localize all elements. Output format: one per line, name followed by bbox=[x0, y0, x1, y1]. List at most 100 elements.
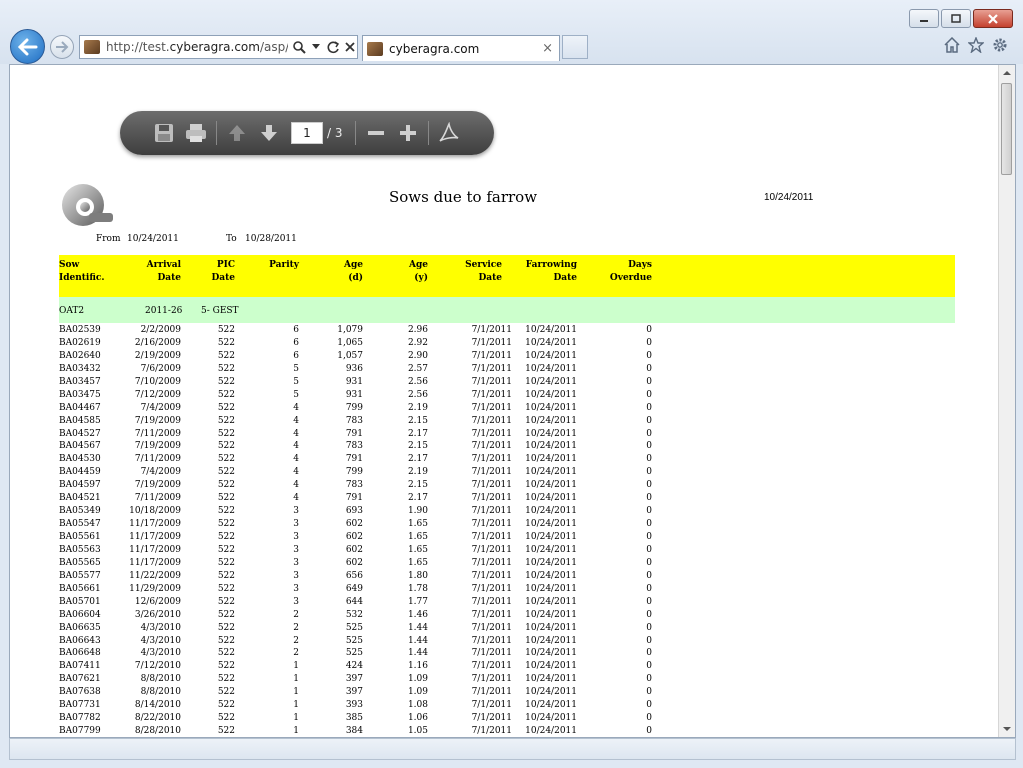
cell-parity: 3 bbox=[293, 506, 299, 517]
cell-farrowing-date: 10/24/2011 bbox=[525, 402, 577, 413]
cell-farrowing-date: 10/24/2011 bbox=[525, 467, 577, 478]
cell-age-days: 1,057 bbox=[337, 350, 363, 361]
cell-age-years: 1.08 bbox=[407, 700, 428, 711]
window-controls bbox=[907, 9, 1013, 28]
cell-arrival-date: 11/22/2009 bbox=[129, 570, 181, 581]
cell-service-date: 7/1/2011 bbox=[471, 674, 512, 685]
new-tab-button[interactable] bbox=[562, 35, 588, 59]
url-text[interactable]: http://test.cyberagra.com/asp/sys/ bbox=[106, 40, 288, 54]
cell-arrival-date: 4/3/2010 bbox=[140, 648, 181, 659]
cell-days-overdue: 0 bbox=[646, 350, 652, 361]
cell-parity: 1 bbox=[293, 687, 299, 698]
close-window-button[interactable] bbox=[973, 9, 1013, 28]
cell-arrival-date: 8/28/2010 bbox=[134, 726, 181, 737]
forward-button[interactable] bbox=[50, 35, 74, 59]
cell-parity: 3 bbox=[293, 532, 299, 542]
cell-service-date: 7/1/2011 bbox=[471, 622, 512, 633]
cell-days-overdue: 0 bbox=[646, 609, 652, 620]
stop-icon[interactable] bbox=[343, 39, 357, 55]
cell-sow-id: BA04597 bbox=[59, 480, 101, 491]
refresh-icon[interactable] bbox=[326, 39, 340, 55]
tab-title: cyberagra.com bbox=[389, 41, 480, 56]
cell-age-days: 525 bbox=[345, 648, 363, 659]
cell-sow-id: BA07782 bbox=[59, 713, 101, 724]
next-page-button[interactable] bbox=[253, 117, 285, 149]
page-down-icon bbox=[261, 125, 277, 141]
cell-farrowing-date: 10/24/2011 bbox=[525, 493, 577, 504]
column-header-overdue: Days Overdue bbox=[609, 260, 652, 283]
cell-arrival-date: 7/11/2009 bbox=[134, 428, 181, 439]
cell-parity: 4 bbox=[293, 467, 299, 478]
dropdown-icon[interactable] bbox=[309, 39, 323, 55]
address-bar[interactable]: http://test.cyberagra.com/asp/sys/ bbox=[79, 35, 358, 59]
scrollbar-thumb[interactable] bbox=[1001, 83, 1012, 175]
cell-arrival-date: 7/10/2009 bbox=[134, 376, 181, 387]
cell-age-days: 384 bbox=[345, 726, 363, 737]
back-button[interactable] bbox=[10, 29, 45, 64]
pdf-viewport[interactable]: 1 / 3 Sows due to farrow 10/24/2011 From… bbox=[9, 64, 1016, 738]
tab-favicon-icon bbox=[367, 41, 383, 56]
save-button[interactable] bbox=[148, 117, 180, 149]
cell-days-overdue: 0 bbox=[646, 583, 652, 594]
cell-service-date: 7/1/2011 bbox=[471, 570, 512, 581]
cell-days-overdue: 0 bbox=[646, 519, 652, 530]
cell-service-date: 7/1/2011 bbox=[471, 687, 512, 698]
cell-parity: 3 bbox=[293, 544, 299, 555]
cell-arrival-date: 2/2/2009 bbox=[140, 325, 181, 335]
cell-age-years: 2.17 bbox=[407, 428, 428, 439]
column-header-farrowing: Farrowing Date bbox=[525, 260, 577, 283]
cell-days-overdue: 0 bbox=[646, 713, 652, 724]
cell-age-years: 2.96 bbox=[407, 325, 428, 335]
cell-sow-id: BA03432 bbox=[59, 363, 101, 374]
cell-sow-id: BA05661 bbox=[59, 583, 101, 594]
scroll-up-button[interactable] bbox=[999, 65, 1015, 81]
cell-pic-date: 522 bbox=[217, 363, 235, 374]
cell-arrival-date: 7/4/2009 bbox=[140, 467, 181, 478]
cell-days-overdue: 0 bbox=[646, 700, 652, 711]
cell-farrowing-date: 10/24/2011 bbox=[525, 428, 577, 439]
maximize-button[interactable] bbox=[941, 9, 971, 28]
cell-age-years: 2.15 bbox=[407, 480, 428, 491]
toolbar-divider bbox=[427, 121, 429, 145]
cell-age-days: 397 bbox=[345, 687, 363, 698]
cell-age-years: 1.09 bbox=[407, 687, 428, 698]
cell-age-days: 644 bbox=[345, 596, 363, 607]
zoom-out-button[interactable] bbox=[360, 117, 392, 149]
open-in-acrobat-button[interactable] bbox=[433, 117, 465, 149]
search-icon[interactable] bbox=[292, 39, 306, 55]
cell-service-date: 7/1/2011 bbox=[471, 609, 512, 620]
browser-tab[interactable]: cyberagra.com × bbox=[362, 35, 560, 61]
page-number-input[interactable]: 1 bbox=[291, 122, 323, 144]
scroll-down-button[interactable] bbox=[999, 721, 1015, 737]
cell-parity: 5 bbox=[293, 363, 299, 374]
home-icon[interactable] bbox=[943, 36, 961, 54]
cell-service-date: 7/1/2011 bbox=[471, 428, 512, 439]
favorites-star-icon[interactable] bbox=[967, 36, 985, 54]
cell-farrowing-date: 10/24/2011 bbox=[525, 609, 577, 620]
cell-parity: 2 bbox=[293, 622, 299, 633]
forward-icon bbox=[56, 41, 69, 53]
minimize-icon bbox=[920, 19, 928, 22]
cell-farrowing-date: 10/24/2011 bbox=[525, 532, 577, 542]
column-header-parity: Parity bbox=[269, 260, 299, 270]
cell-days-overdue: 0 bbox=[646, 389, 652, 400]
cell-arrival-date: 2/16/2009 bbox=[134, 337, 181, 348]
print-button[interactable] bbox=[180, 117, 212, 149]
cell-age-years: 2.56 bbox=[407, 376, 428, 387]
cell-service-date: 7/1/2011 bbox=[471, 363, 512, 374]
cell-age-years: 2.56 bbox=[407, 389, 428, 400]
tab-close-button[interactable]: × bbox=[542, 41, 553, 56]
cell-sow-id: BA04585 bbox=[59, 415, 101, 426]
gear-icon[interactable] bbox=[991, 36, 1009, 54]
cell-age-years: 2.15 bbox=[407, 441, 428, 452]
cell-sow-id: BA07621 bbox=[59, 674, 101, 685]
cell-age-days: 602 bbox=[345, 557, 363, 568]
cell-parity: 4 bbox=[293, 402, 299, 413]
vertical-scrollbar[interactable] bbox=[998, 65, 1015, 737]
zoom-in-button[interactable] bbox=[392, 117, 424, 149]
minimize-button[interactable] bbox=[909, 9, 939, 28]
cell-pic-date: 522 bbox=[217, 532, 235, 542]
cell-farrowing-date: 10/24/2011 bbox=[525, 674, 577, 685]
previous-page-button[interactable] bbox=[221, 117, 253, 149]
cell-age-days: 799 bbox=[345, 467, 363, 478]
